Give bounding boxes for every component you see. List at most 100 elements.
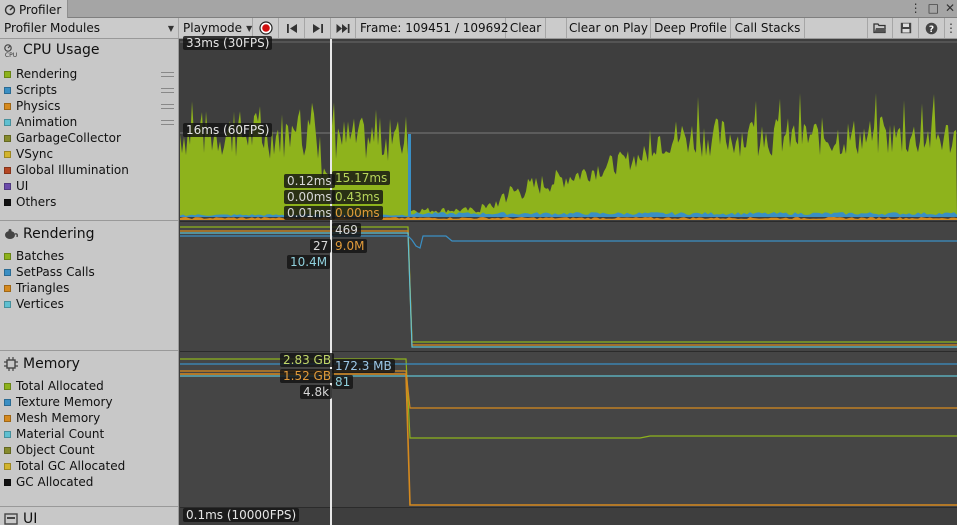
maximize-icon[interactable]: □	[928, 1, 939, 15]
legend-item-batches[interactable]: Batches	[4, 248, 64, 264]
call-stacks-toggle[interactable]: Call Stacks	[731, 18, 805, 38]
legend-swatch	[4, 118, 11, 126]
legend-item-ui[interactable]: UI	[4, 178, 28, 194]
vertices-value: 10.4M	[287, 255, 331, 269]
legend-label: GC Allocated	[16, 475, 94, 489]
clear-on-play-toggle[interactable]: Clear on Play	[566, 18, 651, 38]
legend-swatch	[4, 268, 11, 276]
ui-module-legend[interactable]: UI	[0, 507, 179, 525]
total-allocated-value: 2.83 GB	[280, 353, 335, 367]
legend-label: Total GC Allocated	[16, 459, 126, 473]
clear-label: Clear	[509, 21, 542, 35]
material-count-value: 81	[332, 375, 354, 389]
clear-on-play-label: Clear on Play	[569, 21, 648, 35]
tab-title: Profiler	[19, 2, 62, 17]
legend-label: VSync	[16, 147, 54, 161]
legend-swatch	[4, 300, 11, 308]
legend-swatch	[4, 70, 11, 78]
legend-label: GarbageCollector	[16, 131, 121, 145]
legend-item-total-allocated[interactable]: Total Allocated	[4, 378, 104, 394]
load-button[interactable]	[867, 18, 893, 38]
legend-item-vertices[interactable]: Vertices	[4, 296, 64, 312]
cpu-value-label: 0.01ms	[284, 206, 335, 220]
drag-handle-icon[interactable]	[161, 72, 174, 77]
selected-frame-cursor[interactable]	[330, 39, 332, 525]
next-frame-button[interactable]	[305, 18, 331, 38]
legend-label: Object Count	[16, 443, 95, 457]
chip-icon	[3, 356, 19, 372]
kebab-menu-icon[interactable]: ⋮	[910, 1, 922, 15]
legend-swatch	[4, 284, 11, 292]
close-icon[interactable]: ✕	[945, 1, 955, 15]
help-icon: ?	[925, 22, 938, 35]
legend-item-total-gc-allocated[interactable]: Total GC Allocated	[4, 458, 125, 474]
call-stacks-label: Call Stacks	[734, 21, 801, 35]
memory-module-header: Memory	[3, 356, 80, 372]
save-icon	[900, 22, 911, 34]
cpu-value-label: 0.00ms	[284, 190, 335, 204]
toolbar-menu-button[interactable]: ⋮	[945, 18, 957, 38]
legend-swatch	[4, 134, 11, 142]
legend-label: Total Allocated	[16, 379, 104, 393]
help-button[interactable]: ?	[919, 18, 945, 38]
legend-item-texture-memory[interactable]: Texture Memory	[4, 394, 113, 410]
memory-module-legend[interactable]: Memory Total Allocated Texture Memory Me…	[0, 351, 179, 507]
frame-label: Frame: 109451 / 109692	[360, 21, 509, 35]
legend-item-mesh-memory[interactable]: Mesh Memory	[4, 410, 100, 426]
legend-item-vsync[interactable]: VSync	[4, 146, 53, 162]
legend-swatch	[4, 102, 11, 110]
last-frame-button[interactable]	[331, 18, 356, 38]
legend-label: Material Count	[16, 427, 105, 441]
legend-item-others[interactable]: Others	[4, 194, 56, 210]
cpu-value-label: 0.12ms	[284, 174, 335, 188]
cpu-module-title: CPU Usage	[23, 42, 100, 58]
legend-item-setpass-calls[interactable]: SetPass Calls	[4, 264, 95, 280]
legend-item-object-count[interactable]: Object Count	[4, 442, 95, 458]
profiler-modules-dropdown[interactable]: Profiler Modules ▼	[0, 18, 179, 38]
legend-item-gc-allocated[interactable]: GC Allocated	[4, 474, 93, 490]
dropdown-arrow-icon: ▼	[167, 23, 174, 33]
profiler-toolbar: Profiler Modules ▼ Playmode ▼ Frame: 109…	[0, 18, 957, 39]
record-icon	[258, 21, 273, 35]
cpu-module-legend[interactable]: CPU CPU Usage Rendering Scripts Physics …	[0, 39, 179, 221]
cpu-ref-30fps: 33ms (30FPS)	[183, 36, 273, 50]
cpu-ref-60fps: 16ms (60FPS)	[183, 123, 273, 137]
legend-item-material-count[interactable]: Material Count	[4, 426, 104, 442]
legend-item-triangles[interactable]: Triangles	[4, 280, 69, 296]
record-button[interactable]	[253, 18, 279, 38]
profiler-modules-sidebar: CPU CPU Usage Rendering Scripts Physics …	[0, 39, 179, 525]
save-button[interactable]	[893, 18, 919, 38]
first-frame-button[interactable]	[279, 18, 305, 38]
legend-label: Texture Memory	[16, 395, 113, 409]
rendering-chart[interactable]	[180, 222, 957, 351]
profiler-modules-label: Profiler Modules	[4, 21, 100, 35]
legend-item-scripts[interactable]: Scripts	[4, 82, 57, 98]
legend-swatch	[4, 166, 11, 174]
drag-handle-icon[interactable]	[161, 88, 174, 93]
legend-label: UI	[16, 179, 29, 193]
rendering-module-header: Rendering	[3, 226, 95, 242]
clear-button[interactable]: Clear	[506, 18, 546, 38]
window-controls: ⋮ □ ✕	[910, 1, 955, 15]
legend-item-animation[interactable]: Animation	[4, 114, 77, 130]
legend-item-rendering[interactable]: Rendering	[4, 66, 77, 82]
open-folder-icon	[873, 23, 886, 34]
drag-handle-icon[interactable]	[161, 104, 174, 109]
cpu-value-label: 0.00ms	[332, 206, 383, 220]
profiler-tab[interactable]: Profiler	[0, 0, 68, 19]
rendering-module-legend[interactable]: Rendering Batches SetPass Calls Triangle…	[0, 221, 179, 351]
target-label: Playmode	[183, 21, 243, 35]
deep-profile-toggle[interactable]: Deep Profile	[651, 18, 731, 38]
setpass-value: 27	[310, 239, 332, 253]
profiler-graphs[interactable]: 33ms (30FPS) 16ms (60FPS) 0.12ms 0.00ms …	[180, 36, 957, 525]
legend-label: Triangles	[16, 281, 70, 295]
drag-handle-icon[interactable]	[161, 120, 174, 125]
legend-item-physics[interactable]: Physics	[4, 98, 60, 114]
legend-swatch	[4, 430, 11, 438]
object-count-value: 4.8k	[300, 385, 333, 399]
legend-item-garbage-collector[interactable]: GarbageCollector	[4, 130, 121, 146]
legend-item-global-illumination[interactable]: Global Illumination	[4, 162, 129, 178]
target-dropdown[interactable]: Playmode ▼	[179, 18, 253, 38]
legend-swatch	[4, 198, 11, 206]
mesh-memory-value: 1.52 GB	[280, 369, 335, 383]
